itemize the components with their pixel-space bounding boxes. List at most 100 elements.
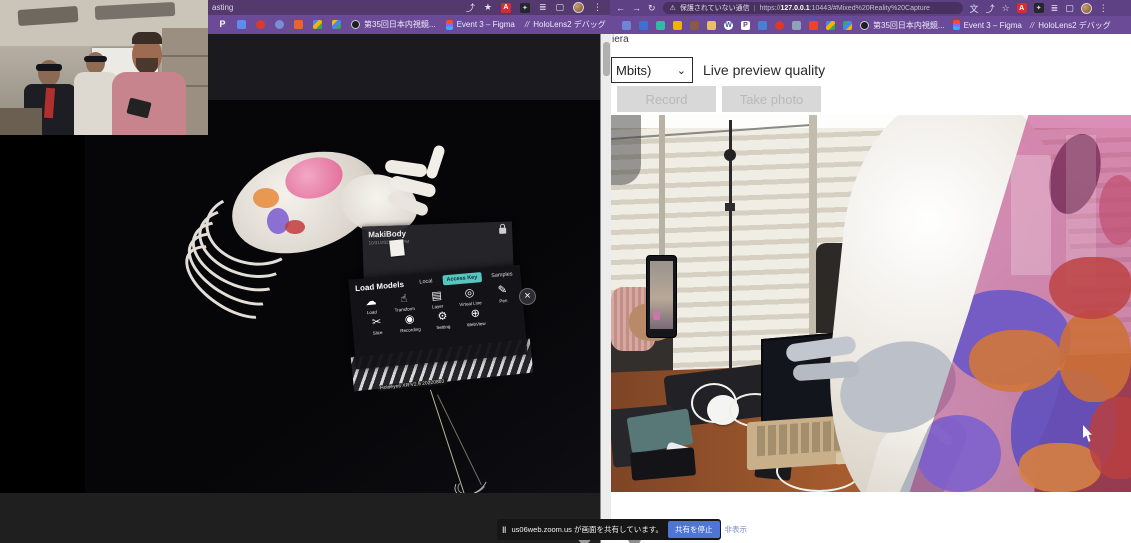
bookmark-hololens-debug[interactable]: //HoloLens2 デバッグ xyxy=(1030,20,1111,31)
menu-icon[interactable]: ⋮ xyxy=(1099,3,1108,14)
sticky-note xyxy=(389,239,405,257)
notes-extension-icon[interactable]: ≣ xyxy=(539,2,547,13)
tool-transform[interactable]: ☝ Transform xyxy=(387,291,422,313)
favicon-p[interactable]: P xyxy=(218,20,227,29)
person-pink-hair xyxy=(132,32,162,44)
globe-favicon xyxy=(860,20,869,30)
favicon[interactable] xyxy=(275,20,284,29)
tab-samples[interactable]: Samples xyxy=(487,269,517,282)
load-icon: ☁ xyxy=(364,295,377,309)
extension-icon[interactable]: ✦ xyxy=(1033,3,1044,13)
favicon[interactable] xyxy=(792,20,801,30)
profile-avatar[interactable] xyxy=(1080,2,1092,14)
favicon[interactable] xyxy=(656,20,665,30)
share-icon[interactable]: ⤴ xyxy=(466,1,475,14)
bookmark-figma[interactable]: Event 3 – Figma xyxy=(445,19,515,30)
favicon[interactable] xyxy=(622,20,631,30)
bookmark-star-icon[interactable]: ☆ xyxy=(1002,3,1010,14)
favicon-drive[interactable] xyxy=(843,20,852,30)
scrollbar-thumb[interactable] xyxy=(603,42,610,76)
favicon[interactable] xyxy=(237,20,246,29)
url-bar[interactable]: ⚠ 保護されていない通信 | https://127.0.0.1:10443/#… xyxy=(662,2,963,14)
close-panel-button[interactable]: × xyxy=(519,288,536,305)
tool-virtual-line[interactable]: ◎ Virtual Line xyxy=(453,286,488,308)
scrollbar[interactable] xyxy=(600,34,611,543)
recording-icon: ◉ xyxy=(404,313,415,326)
layer-icon: ▤ xyxy=(430,289,443,303)
chevron-down-icon: ⌄ xyxy=(676,64,686,77)
left-browser-titlebar: asting ⤴ ★ A ✦ ≣ ▢ ⋮ xyxy=(208,0,610,15)
window-corner-shadow xyxy=(611,115,641,185)
take-photo-button[interactable]: Take photo xyxy=(722,86,821,112)
adobe-extension-icon[interactable]: A xyxy=(1016,3,1027,13)
ar-segment-orange xyxy=(1019,443,1101,492)
tool-webview[interactable]: ⊕ WebView xyxy=(458,306,493,328)
smartphone-screen-detail xyxy=(653,311,660,320)
forward-button[interactable]: → xyxy=(632,3,641,13)
favicon[interactable] xyxy=(758,20,767,30)
shelf-line xyxy=(162,55,208,57)
tool-pen[interactable]: ✎ Pen xyxy=(485,283,520,305)
extension-icon[interactable]: ✦ xyxy=(519,2,530,13)
hololens-headset xyxy=(84,56,107,62)
pause-icon[interactable]: ‖ xyxy=(502,525,506,535)
zoom-share-bar: ‖ us06web.zoom.us が画面を共有しています。 共有を停止 非表示 xyxy=(497,519,747,540)
tool-layer[interactable]: ▤ Layer xyxy=(420,289,455,311)
right-bookmarks-bar: W P 第35回日本内視鏡... Event 3 – Figma //HoloL… xyxy=(610,16,1131,34)
tab-local[interactable]: Local xyxy=(415,276,437,288)
translate-icon[interactable]: 文 xyxy=(970,2,979,15)
window-reflection xyxy=(1011,155,1051,275)
security-warning-text: 保護されていない通信 xyxy=(679,5,750,12)
favicon-drive[interactable] xyxy=(826,20,835,30)
table-edge xyxy=(0,108,42,135)
favicon-wordpress[interactable]: W xyxy=(724,20,733,30)
favicon[interactable] xyxy=(639,20,648,30)
setting-icon: ⚙ xyxy=(437,310,448,324)
security-warning-icon: ⚠ xyxy=(669,5,676,12)
favicon[interactable] xyxy=(775,20,784,30)
tool-load[interactable]: ☁ Load xyxy=(354,294,389,316)
back-button[interactable]: ← xyxy=(616,3,625,13)
bookmark-hololens-debug[interactable]: //HoloLens2 デバッグ xyxy=(525,19,606,30)
share-icon[interactable]: ⤴ xyxy=(986,2,995,15)
tool-recording[interactable]: ◉ Recording xyxy=(393,312,428,334)
hololens-headset xyxy=(36,64,62,71)
profile-avatar[interactable] xyxy=(573,2,584,13)
pen-icon: ✎ xyxy=(497,283,508,297)
quality-select[interactable]: Mbits) ⌄ xyxy=(611,57,693,83)
tab-group-icon[interactable]: ▢ xyxy=(1065,3,1074,14)
virtual-hand-finger xyxy=(384,159,428,178)
virtual-hand-thumb xyxy=(425,144,446,180)
transform-icon: ☝ xyxy=(399,292,408,306)
hide-bar-button[interactable]: 非表示 xyxy=(725,524,748,535)
virtual-line-icon: ◎ xyxy=(464,286,475,300)
notes-extension-icon[interactable]: ≣ xyxy=(1051,3,1059,14)
favicon[interactable] xyxy=(294,20,303,29)
favicon[interactable] xyxy=(707,20,716,30)
adobe-extension-icon[interactable]: A xyxy=(500,2,511,13)
bookmark-figma[interactable]: Event 3 – Figma xyxy=(952,20,1022,30)
record-button[interactable]: Record xyxy=(617,86,716,112)
bookmark-star-icon[interactable]: ★ xyxy=(484,2,492,13)
bookmark-endoscopy[interactable]: 第35回日本内視鏡... xyxy=(860,20,945,31)
favicon[interactable] xyxy=(256,20,265,29)
favicon[interactable] xyxy=(690,20,699,30)
favicon-drive[interactable] xyxy=(332,20,341,29)
bookmark-endoscopy[interactable]: 第35回日本内視鏡... xyxy=(351,19,436,30)
favicon[interactable] xyxy=(809,20,818,30)
slice-icon: ✂ xyxy=(371,315,382,329)
quality-label: Live preview quality xyxy=(703,62,826,78)
favicon-drive[interactable] xyxy=(313,20,322,29)
globe-favicon xyxy=(351,20,360,29)
menu-icon[interactable]: ⋮ xyxy=(593,2,602,13)
reload-button[interactable]: ↻ xyxy=(648,3,656,14)
tab-group-icon[interactable]: ▢ xyxy=(555,2,564,13)
ar-segment-pink xyxy=(1099,175,1131,245)
tool-setting[interactable]: ⚙ Setting xyxy=(426,309,461,331)
favicon-p[interactable]: P xyxy=(741,20,750,30)
tool-slice[interactable]: ✂ Slice xyxy=(360,315,395,337)
favicon[interactable] xyxy=(673,20,682,30)
figma-favicon xyxy=(445,19,453,30)
tab-access-key[interactable]: Access Key xyxy=(442,272,482,286)
stop-sharing-button[interactable]: 共有を停止 xyxy=(668,521,720,538)
